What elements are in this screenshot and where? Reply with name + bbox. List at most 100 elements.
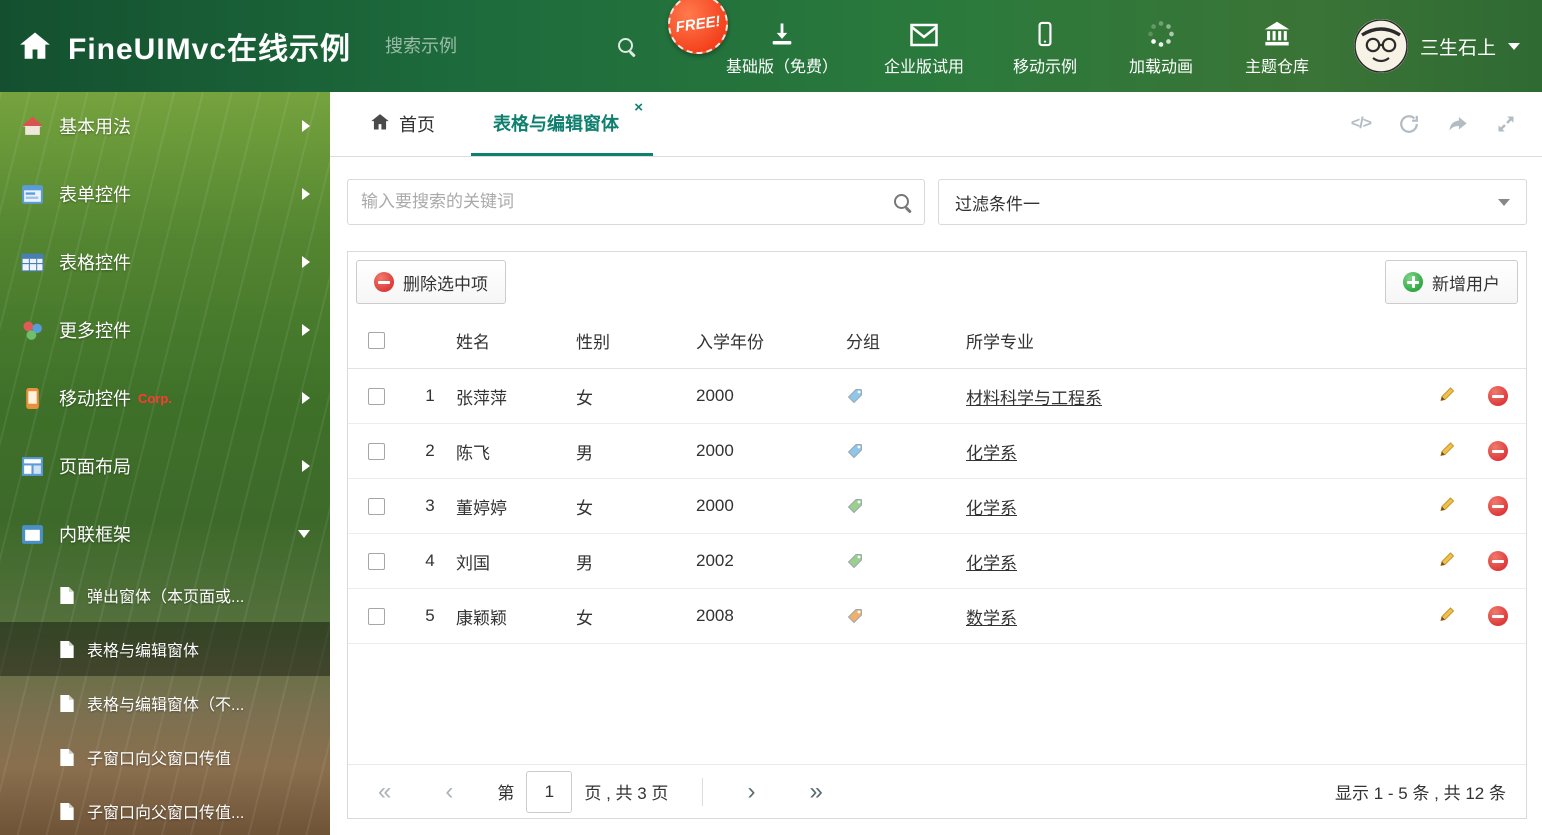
edit-icon[interactable]	[1437, 549, 1457, 574]
table-row: 3 董婷婷 女 2000 化学系	[348, 479, 1526, 534]
filter-dropdown[interactable]: 过滤条件一	[938, 179, 1527, 225]
sidebar-item-label: 页面布局	[59, 457, 131, 477]
minus-icon	[374, 272, 394, 292]
close-icon[interactable]: ×	[634, 100, 643, 115]
table-row: 2 陈飞 男 2000 化学系	[348, 424, 1526, 479]
expand-icon[interactable]	[1496, 114, 1516, 134]
column-header-name[interactable]: 姓名	[456, 328, 576, 353]
top-header: FineUIMvc在线示例 FREE! 基础版（免费） 企业版试用	[0, 0, 1542, 92]
tag-icon	[847, 554, 862, 569]
tab-home[interactable]: 首页	[348, 92, 457, 156]
sidebar-item-more-controls[interactable]: 更多控件 Corp.	[0, 296, 330, 364]
column-header-year[interactable]: 入学年份	[696, 328, 846, 353]
sidebar-item-inline-frame[interactable]: 内联框架	[0, 500, 330, 568]
column-header-major[interactable]: 所学专业	[966, 328, 1424, 353]
source-code-icon[interactable]: </>	[1351, 115, 1372, 133]
nav-basic-edition[interactable]: FREE! 基础版（免费）	[664, 0, 838, 77]
sidebar-subitem-grid-edit-window-2[interactable]: 表格与编辑窗体（不...	[0, 676, 330, 730]
cell-year: 2000	[696, 386, 734, 405]
chevron-down-icon	[298, 530, 310, 538]
sidebar-item-page-layout[interactable]: 页面布局	[0, 432, 330, 500]
column-header-gender[interactable]: 性别	[576, 328, 696, 353]
sidebar-item-basic-usage[interactable]: 基本用法	[0, 92, 330, 160]
caret-down-icon	[1498, 198, 1510, 206]
nav-enterprise-trial[interactable]: 企业版试用	[884, 16, 964, 77]
download-icon	[768, 16, 796, 48]
mobile-icon	[1032, 16, 1058, 48]
sidebar-item-label: 基本用法	[59, 117, 131, 137]
delete-icon[interactable]	[1488, 551, 1508, 571]
major-link[interactable]: 化学系	[966, 444, 1017, 463]
sidebar-item-form-controls[interactable]: 表单控件	[0, 160, 330, 228]
sidebar-item-label: 内联框架	[59, 525, 131, 545]
delete-icon[interactable]	[1488, 606, 1508, 626]
sidebar-item-mobile-controls[interactable]: 移动控件 Corp.	[0, 364, 330, 432]
edit-icon[interactable]	[1437, 384, 1457, 409]
user-menu[interactable]: 三生石上	[1353, 19, 1520, 73]
cell-major: 数学系	[966, 604, 1424, 629]
cell-name: 康颖颖	[456, 608, 507, 628]
header-search-input[interactable]	[385, 35, 618, 57]
edit-icon[interactable]	[1437, 439, 1457, 464]
home-icon	[20, 114, 44, 138]
tab-label: 首页	[399, 115, 435, 135]
row-checkbox[interactable]	[367, 387, 385, 405]
refresh-icon[interactable]	[1398, 113, 1420, 135]
delete-selected-button[interactable]: 删除选中项	[356, 260, 506, 304]
nav-theme-store[interactable]: 主题仓库	[1242, 16, 1312, 77]
row-checkbox[interactable]	[367, 497, 385, 515]
dropdown-value: 过滤条件一	[955, 194, 1040, 214]
row-number: 5	[425, 606, 435, 625]
nav-loading-animations[interactable]: 加载动画	[1126, 16, 1196, 77]
prev-page-icon[interactable]: ‹	[435, 779, 463, 804]
filter-row: 过滤条件一	[347, 179, 1527, 225]
cell-year: 2008	[696, 606, 734, 625]
cell-group	[846, 497, 966, 515]
major-link[interactable]: 数学系	[966, 609, 1017, 628]
sidebar-subitem-label: 表格与编辑窗体（不...	[87, 697, 245, 714]
row-checkbox[interactable]	[367, 552, 385, 570]
sidebar-subitem-popup-window[interactable]: 弹出窗体（本页面或...	[0, 568, 330, 622]
keyword-input[interactable]	[347, 179, 925, 225]
major-link[interactable]: 材料科学与工程系	[966, 389, 1102, 408]
search-icon[interactable]	[893, 193, 912, 212]
edit-icon[interactable]	[1437, 604, 1457, 629]
record-summary: 显示 1 - 5 条 , 共 12 条	[1335, 784, 1506, 803]
next-page-icon[interactable]: ›	[737, 779, 765, 804]
add-user-button[interactable]: 新增用户	[1385, 260, 1518, 304]
table-icon	[20, 250, 44, 274]
tab-grid-edit-window[interactable]: 表格与编辑窗体 ×	[471, 92, 653, 156]
first-page-icon[interactable]: «	[368, 779, 401, 804]
brand[interactable]: FineUIMvc在线示例	[0, 24, 351, 68]
row-number: 3	[425, 496, 435, 515]
sidebar-subitem-grid-edit-window[interactable]: 表格与编辑窗体	[0, 622, 330, 676]
nav-label: 基础版（免费）	[725, 58, 838, 76]
row-number: 1	[425, 386, 435, 405]
cell-group	[846, 442, 966, 460]
chevron-right-icon	[302, 324, 310, 336]
home-icon	[370, 112, 390, 137]
sidebar-item-grid-controls[interactable]: 表格控件	[0, 228, 330, 296]
nav-mobile-demo[interactable]: 移动示例	[1010, 16, 1080, 77]
cell-year: 2000	[696, 441, 734, 460]
row-checkbox[interactable]	[367, 607, 385, 625]
share-icon[interactable]	[1447, 113, 1469, 135]
page-icon	[58, 639, 75, 659]
major-link[interactable]: 化学系	[966, 499, 1017, 518]
row-checkbox[interactable]	[367, 442, 385, 460]
sidebar-subitem-child-to-parent-2[interactable]: 子窗口向父窗口传值...	[0, 784, 330, 835]
grid-toolbar: 删除选中项 新增用户	[348, 252, 1526, 312]
last-page-icon[interactable]: »	[799, 779, 832, 804]
select-all-checkbox[interactable]	[367, 331, 385, 349]
edit-icon[interactable]	[1437, 494, 1457, 519]
column-header-group[interactable]: 分组	[846, 328, 966, 353]
cell-major: 材料科学与工程系	[966, 384, 1424, 409]
delete-icon[interactable]	[1488, 496, 1508, 516]
page-icon	[58, 747, 75, 767]
page-number-input[interactable]	[526, 770, 573, 813]
grid-panel: 删除选中项 新增用户 姓名 性别 入学年份 分组 所学专业 1 张萍萍 女 20…	[347, 251, 1527, 819]
sidebar-subitem-child-to-parent[interactable]: 子窗口向父窗口传值	[0, 730, 330, 784]
delete-icon[interactable]	[1488, 386, 1508, 406]
major-link[interactable]: 化学系	[966, 554, 1017, 573]
delete-icon[interactable]	[1488, 441, 1508, 461]
